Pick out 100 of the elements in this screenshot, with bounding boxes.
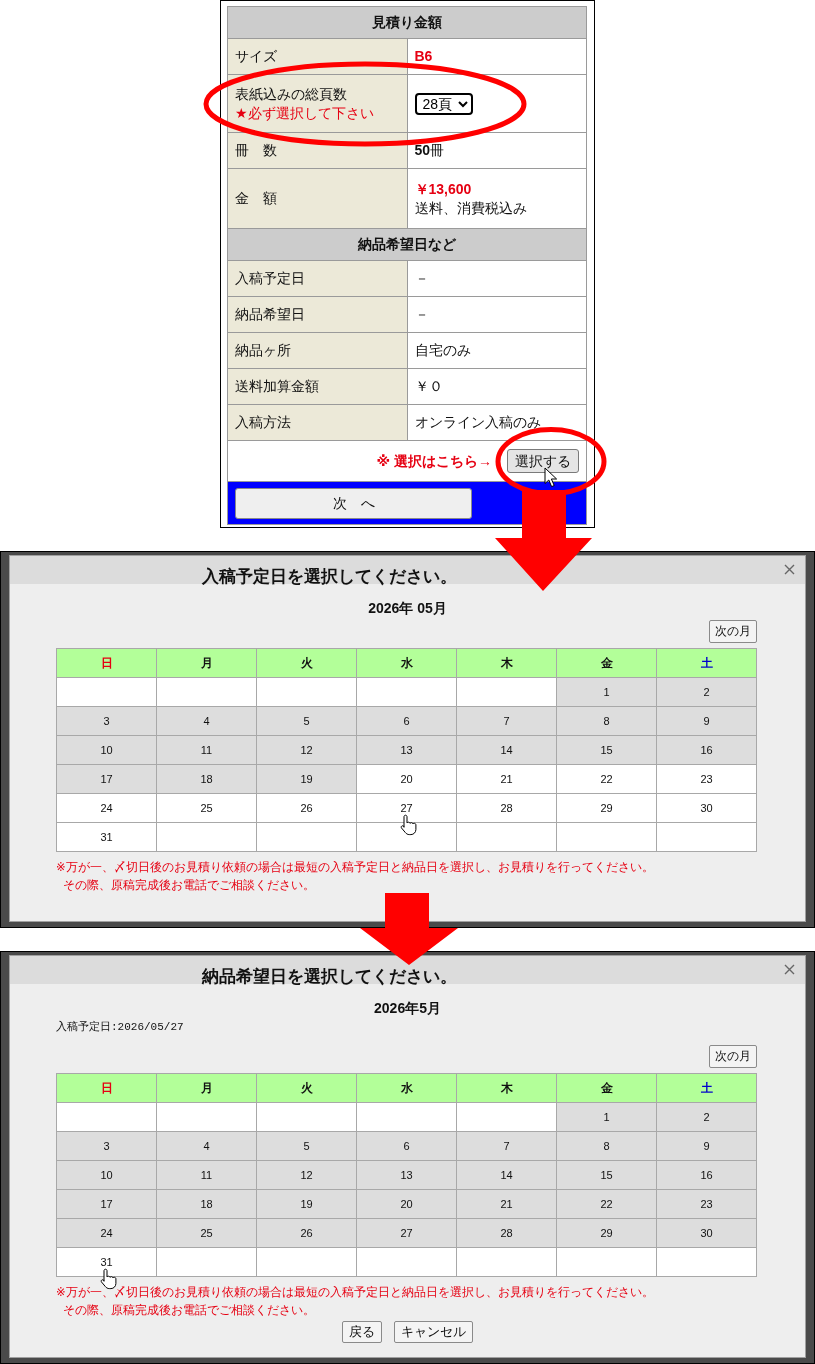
section-header: 見積り金額 xyxy=(227,6,587,39)
calendar-day: 13 xyxy=(356,735,457,765)
calendar-day[interactable]: 29 xyxy=(556,793,657,823)
next-month-button[interactable]: 次の月 xyxy=(709,1045,757,1068)
calendar-day: 22 xyxy=(556,1189,657,1219)
calendar-day: 7 xyxy=(456,706,557,736)
calendar-day: 24 xyxy=(56,1218,157,1248)
calendar-day: 19 xyxy=(256,764,357,794)
calendar-day: 6 xyxy=(356,706,457,736)
dialog-button[interactable]: キャンセル xyxy=(394,1321,473,1343)
calendar-day[interactable]: 27 xyxy=(356,793,457,823)
field-value: オンライン入稿のみ xyxy=(407,404,587,441)
field-label: 入稿予定日 xyxy=(227,260,407,297)
weekday-header: 月 xyxy=(156,648,257,678)
calendar-day: 29 xyxy=(556,1218,657,1248)
calendar-day: 19 xyxy=(256,1189,357,1219)
field-value: － xyxy=(407,296,587,333)
field-label: 表紙込みの総頁数 xyxy=(235,85,347,102)
calendar-day: 10 xyxy=(56,735,157,765)
calendar-day: 26 xyxy=(256,1218,357,1248)
month-label: 2026年 05月 xyxy=(367,599,448,617)
note-text: その際、原稿完成後お電話でご相談ください。 xyxy=(62,1303,316,1318)
weekday-header: 月 xyxy=(156,1073,257,1103)
calendar-day: 15 xyxy=(556,735,657,765)
weekday-header: 日 xyxy=(56,1073,157,1103)
field-label: 納品ヶ所 xyxy=(227,332,407,369)
calendar-day: 28 xyxy=(456,1218,557,1248)
field-label: 入稿方法 xyxy=(227,404,407,441)
dialog-title: 納品希望日を選択してください。 xyxy=(202,967,457,987)
calendar-day: 13 xyxy=(356,1160,457,1190)
note-text: その際、原稿完成後お電話でご相談ください。 xyxy=(62,878,316,893)
field-value: － xyxy=(407,260,587,297)
hint-text: ※ 選択はこちら→ xyxy=(376,452,492,469)
calendar-day: 16 xyxy=(656,735,757,765)
calendar-day: 23 xyxy=(656,1189,757,1219)
calendar-day[interactable]: 31 xyxy=(56,1247,157,1277)
weekday-header: 水 xyxy=(356,1073,457,1103)
next-month-button[interactable]: 次の月 xyxy=(709,620,757,643)
calendar-day: 6 xyxy=(356,1131,457,1161)
calendar-day: 3 xyxy=(56,706,157,736)
weekday-header: 金 xyxy=(556,1073,657,1103)
price-note: 送料、消費税込み xyxy=(414,198,528,218)
calendar-day: 5 xyxy=(256,1131,357,1161)
scheduled-date-text: 入稿予定日:2026/05/27 xyxy=(56,1020,185,1034)
calendar-day: 8 xyxy=(556,1131,657,1161)
next-button[interactable]: 次 へ xyxy=(235,487,472,519)
close-icon[interactable] xyxy=(784,564,795,575)
calendar-day[interactable]: 30 xyxy=(656,793,757,823)
calendar-day: 8 xyxy=(556,706,657,736)
calendar-day[interactable]: 24 xyxy=(56,793,157,823)
calendar-day: 11 xyxy=(156,735,257,765)
close-icon[interactable] xyxy=(784,964,795,975)
dialog-button[interactable]: 戻る xyxy=(342,1321,382,1343)
select-button[interactable]: 選択する xyxy=(507,448,579,474)
weekday-header: 火 xyxy=(256,648,357,678)
calendar-day: 4 xyxy=(156,1131,257,1161)
calendar-day: 21 xyxy=(456,1189,557,1219)
field-label: 金 額 xyxy=(227,168,407,229)
note-text: ※万が一、〆切日後のお見積り依頼の場合は最短の入稿予定日と納品日を選択し、お見積りを行ってください。 xyxy=(56,860,655,875)
calendar-day: 16 xyxy=(656,1160,757,1190)
calendar-day[interactable]: 22 xyxy=(556,764,657,794)
field-value: B6 xyxy=(407,38,587,75)
calendar-day: 10 xyxy=(56,1160,157,1190)
calendar-day: 2 xyxy=(656,1102,757,1132)
calendar-day[interactable]: 21 xyxy=(456,764,557,794)
weekday-header: 水 xyxy=(356,648,457,678)
calendar-day: 3 xyxy=(56,1131,157,1161)
calendar-day: 1 xyxy=(556,677,657,707)
weekday-header: 木 xyxy=(456,1073,557,1103)
calendar-day[interactable]: 20 xyxy=(356,764,457,794)
month-label: 2026年5月 xyxy=(373,999,442,1017)
weekday-header: 土 xyxy=(656,1073,757,1103)
calendar-day: 4 xyxy=(156,706,257,736)
note-text: ※万が一、〆切日後のお見積り依頼の場合は最短の入稿予定日と納品日を選択し、お見積りを行ってください。 xyxy=(56,1285,655,1300)
calendar-day: 25 xyxy=(156,1218,257,1248)
calendar-day[interactable]: 28 xyxy=(456,793,557,823)
calendar-day: 14 xyxy=(456,735,557,765)
calendar-day: 30 xyxy=(656,1218,757,1248)
section-header: 納品希望日など xyxy=(227,228,587,261)
calendar-day: 2 xyxy=(656,677,757,707)
price-amount: ￥13,600 xyxy=(414,179,473,199)
weekday-header: 木 xyxy=(456,648,557,678)
calendar-day[interactable]: 26 xyxy=(256,793,357,823)
calendar-day: 20 xyxy=(356,1189,457,1219)
page-count-select[interactable]: 28頁 xyxy=(414,92,473,115)
calendar-day: 15 xyxy=(556,1160,657,1190)
calendar-day: 18 xyxy=(156,764,257,794)
calendar-day[interactable]: 25 xyxy=(156,793,257,823)
field-value: 50冊 xyxy=(407,132,587,169)
calendar-day: 1 xyxy=(556,1102,657,1132)
calendar-day: 7 xyxy=(456,1131,557,1161)
calendar-day[interactable]: 23 xyxy=(656,764,757,794)
calendar-day: 9 xyxy=(656,706,757,736)
calendar-day: 11 xyxy=(156,1160,257,1190)
calendar-day: 17 xyxy=(56,764,157,794)
weekday-header: 金 xyxy=(556,648,657,678)
field-label: 納品希望日 xyxy=(227,296,407,333)
calendar-day[interactable]: 31 xyxy=(56,822,157,852)
dialog-title: 入稿予定日を選択してください。 xyxy=(202,567,457,587)
calendar-day: 17 xyxy=(56,1189,157,1219)
